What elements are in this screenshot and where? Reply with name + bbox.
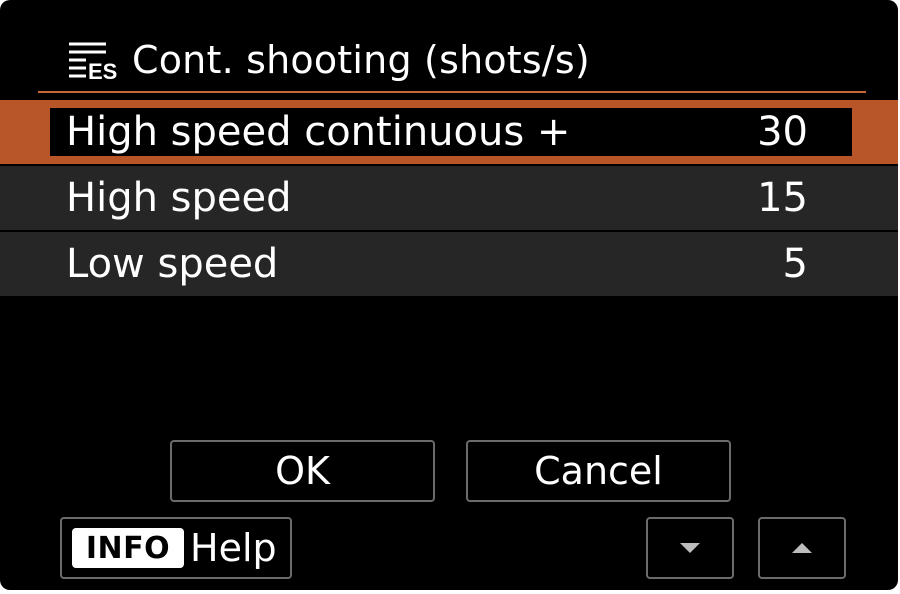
cancel-button[interactable]: Cancel [466, 440, 731, 502]
option-value: 15 [757, 175, 808, 221]
option-high-speed-plus[interactable]: High speed continuous + 30 [0, 100, 898, 164]
camera-menu-screen: ES Cont. shooting (shots/s) High speed c… [0, 0, 898, 590]
ok-button[interactable]: OK [170, 440, 435, 502]
option-high-speed[interactable]: High speed 15 [0, 166, 898, 230]
shooting-menu-icon: ES [69, 42, 117, 81]
scroll-down-button[interactable] [646, 517, 734, 579]
option-value: 5 [782, 241, 808, 287]
option-low-speed[interactable]: Low speed 5 [0, 232, 898, 296]
option-label: Low speed [66, 241, 279, 287]
triangle-down-icon [680, 543, 700, 553]
header-divider [38, 91, 866, 93]
option-list: High speed continuous + 30 High speed 15… [0, 100, 898, 298]
option-label: High speed [66, 175, 292, 221]
triangle-up-icon [792, 543, 812, 553]
page-title: Cont. shooting (shots/s) [132, 38, 590, 82]
svg-text:ES: ES [88, 59, 117, 81]
option-value: 30 [757, 109, 808, 155]
help-label: Help [190, 526, 277, 570]
info-help-button[interactable]: INFO Help [60, 517, 292, 579]
menu-header: ES Cont. shooting (shots/s) [66, 32, 590, 88]
info-badge: INFO [72, 528, 184, 568]
scroll-up-button[interactable] [758, 517, 846, 579]
option-label: High speed continuous + [66, 109, 571, 155]
